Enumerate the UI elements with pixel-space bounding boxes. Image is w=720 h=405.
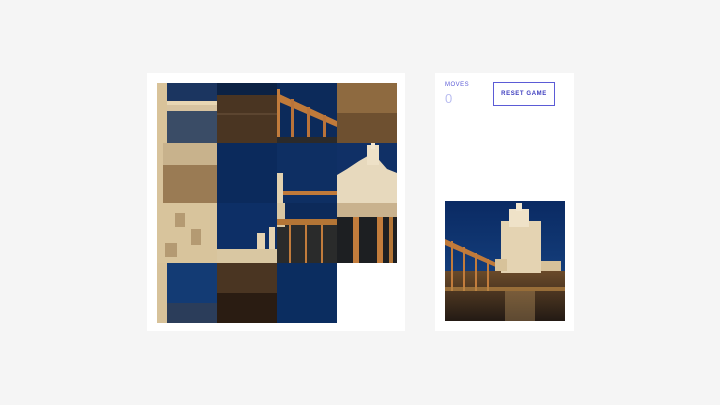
puzzle-tile[interactable]: [277, 143, 337, 203]
puzzle-tile[interactable]: [157, 143, 217, 203]
puzzle-tile[interactable]: [157, 83, 217, 143]
puzzle-tile[interactable]: [337, 143, 397, 203]
empty-slot: [337, 263, 397, 323]
moves-label: MOVES: [445, 82, 470, 88]
puzzle-tile[interactable]: [277, 203, 337, 263]
puzzle-tile[interactable]: [217, 203, 277, 263]
puzzle-board: [157, 83, 397, 323]
game-sidebar: MOVES 0 RESET GAME: [435, 73, 574, 331]
solution-preview-image: [445, 201, 565, 321]
puzzle-tile[interactable]: [277, 83, 337, 143]
puzzle-tile[interactable]: [157, 263, 217, 323]
puzzle-tile[interactable]: [217, 83, 277, 143]
moves-counter: 0: [445, 91, 453, 106]
puzzle-tile[interactable]: [337, 83, 397, 143]
puzzle-board-card: [147, 73, 405, 331]
puzzle-tile[interactable]: [217, 263, 277, 323]
puzzle-tile[interactable]: [157, 203, 217, 263]
puzzle-tile[interactable]: [217, 143, 277, 203]
reset-game-button[interactable]: RESET GAME: [493, 82, 555, 106]
puzzle-tile[interactable]: [337, 203, 397, 263]
sliding-puzzle-page: MOVES 0 RESET GAME: [0, 0, 720, 405]
puzzle-tile[interactable]: [277, 263, 337, 323]
